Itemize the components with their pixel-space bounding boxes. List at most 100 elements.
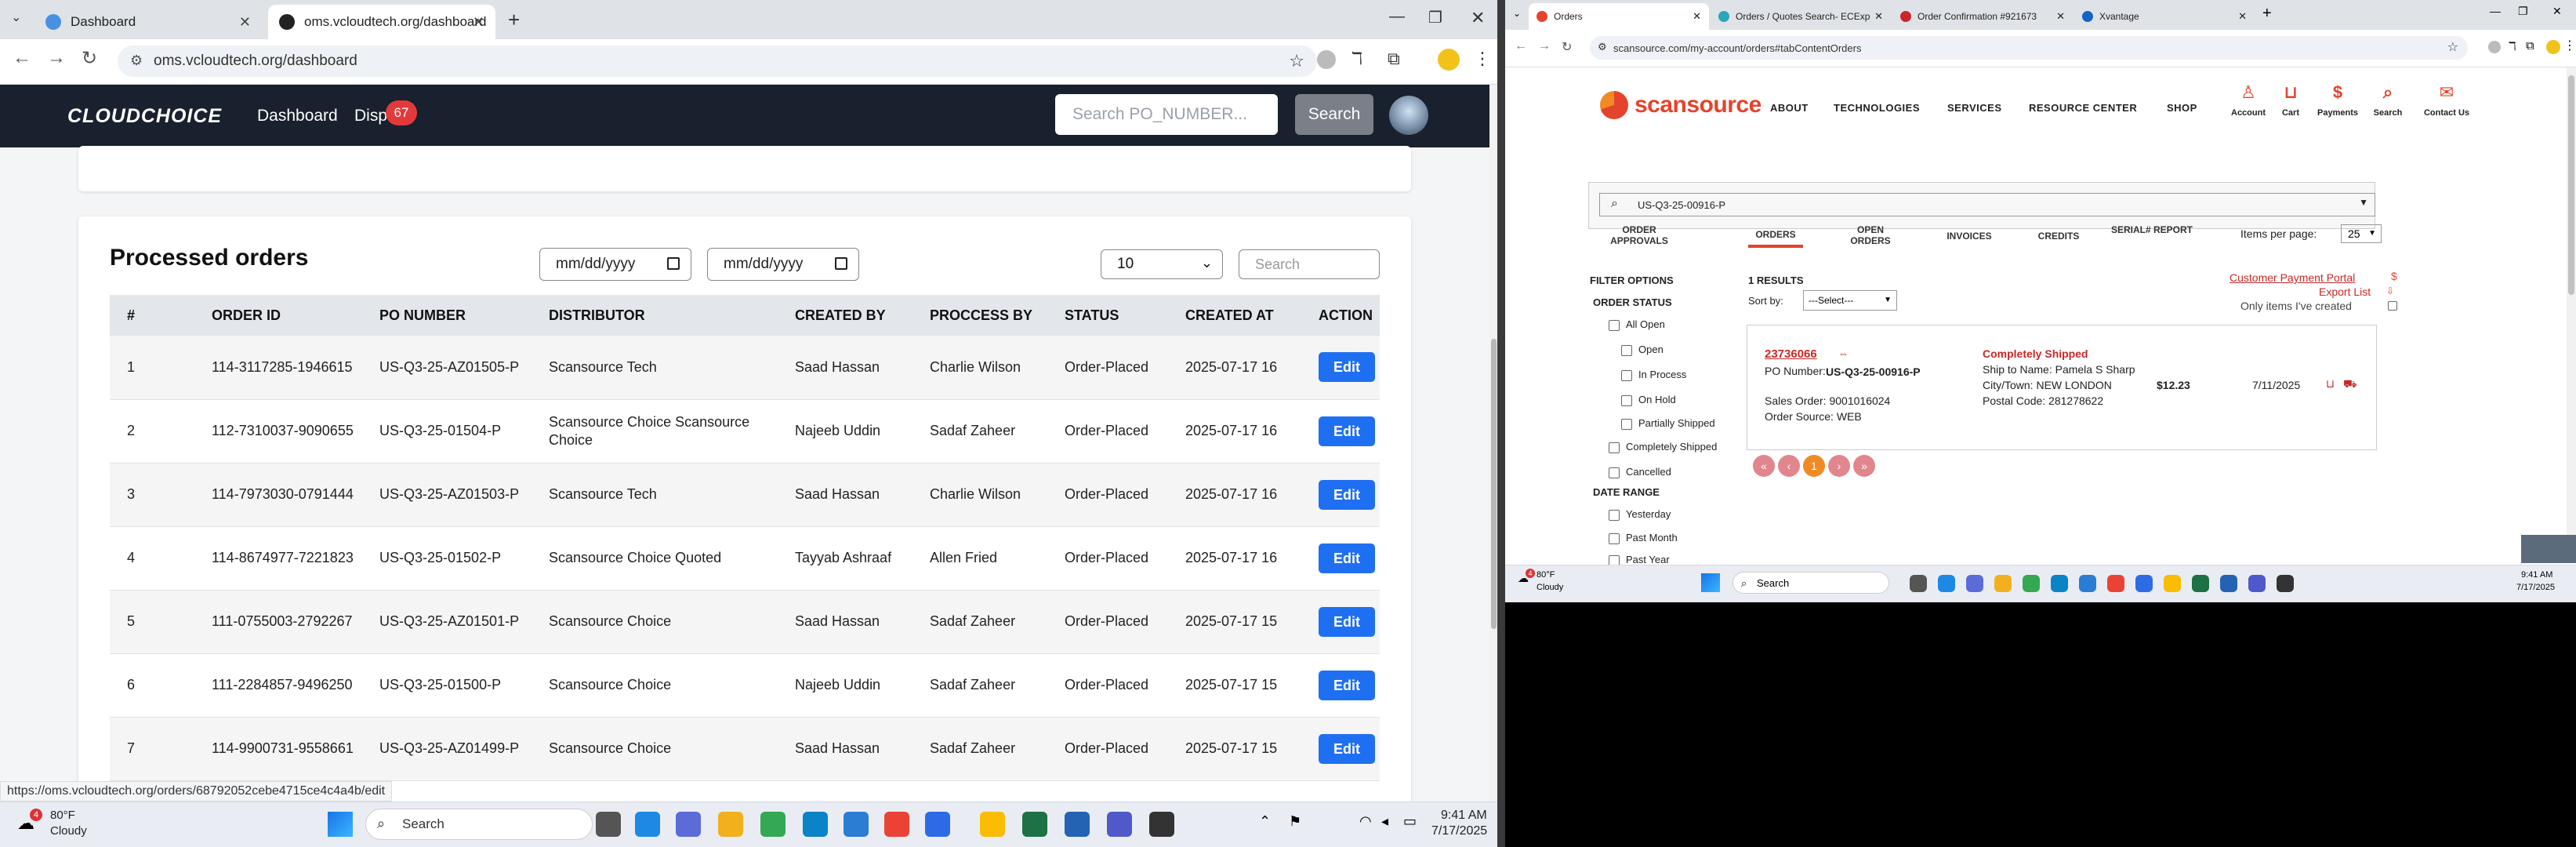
- bookmark-star-icon[interactable]: ☆: [1289, 51, 1304, 71]
- teams-icon[interactable]: [2248, 575, 2266, 592]
- profile-icon[interactable]: [2546, 40, 2560, 54]
- search-link[interactable]: ⌕ Search: [2364, 82, 2411, 118]
- app-icon[interactable]: [2277, 575, 2294, 592]
- order-number-link[interactable]: 23736066: [1765, 347, 1817, 361]
- close-window-icon[interactable]: ✕: [1471, 8, 1485, 28]
- tab-invoices[interactable]: INVOICES: [1938, 231, 2001, 242]
- cart-icon[interactable]: ⊔: [2326, 377, 2335, 391]
- checkbox-cancelled[interactable]: [1609, 467, 1620, 478]
- chevron-up-icon[interactable]: ⌃: [1259, 813, 1271, 830]
- calculator-icon[interactable]: [1966, 575, 1983, 592]
- forward-icon[interactable]: →: [47, 47, 66, 69]
- order-search-input[interactable]: ⌕ US-Q3-25-00916-P ▼: [1599, 193, 2375, 216]
- edit-button[interactable]: Edit: [1319, 479, 1375, 510]
- url-field[interactable]: ⚙ oms.vcloudtech.org/dashboard ☆: [118, 45, 1317, 77]
- site-info-icon[interactable]: ⚙: [130, 53, 143, 69]
- reload-icon[interactable]: ↻: [82, 47, 97, 70]
- nav-resource-center[interactable]: RESOURCE CENTER: [2029, 102, 2137, 114]
- task-view-icon[interactable]: [1910, 575, 1927, 592]
- clock-time[interactable]: 9:41 AM: [1441, 809, 1487, 823]
- chrome-icon[interactable]: [760, 812, 785, 837]
- calendar-icon[interactable]: [667, 257, 680, 270]
- nav-about[interactable]: ABOUT: [1770, 102, 1809, 114]
- browser-icon[interactable]: [803, 812, 828, 837]
- reader-icon[interactable]: ℸ: [1351, 49, 1362, 69]
- close-window-icon[interactable]: ✕: [2552, 5, 2562, 18]
- edit-button[interactable]: Edit: [1319, 543, 1375, 573]
- tab-dashboard[interactable]: Dashboard ✕: [34, 5, 262, 39]
- file-explorer-icon[interactable]: [1994, 575, 2012, 592]
- only-mine-checkbox[interactable]: [2388, 301, 2397, 311]
- avatar[interactable]: [1389, 96, 1428, 135]
- sort-select[interactable]: ---Select--- ▼: [1803, 290, 1897, 311]
- calculator-icon[interactable]: [676, 812, 701, 837]
- table-search-input[interactable]: Search: [1239, 249, 1380, 279]
- tray-icon[interactable]: ⚑: [1289, 813, 1301, 830]
- chat-widget-button[interactable]: [2521, 535, 2576, 563]
- tab-oms-dashboard[interactable]: oms.vcloudtech.org/dashboard ✕: [268, 5, 495, 39]
- close-icon[interactable]: ✕: [1693, 10, 1701, 23]
- url-field[interactable]: ⚙ scansource.com/my-account/orders#tabCo…: [1590, 36, 2468, 60]
- scrollbar-thumb[interactable]: [2568, 75, 2574, 295]
- customer-payment-portal-link[interactable]: Customer Payment Portal: [2230, 271, 2355, 284]
- minimize-icon[interactable]: —: [2490, 5, 2501, 17]
- restore-icon[interactable]: ❐: [1428, 8, 1442, 27]
- nav-shop[interactable]: SHOP: [2167, 102, 2197, 114]
- close-icon[interactable]: ✕: [2238, 10, 2247, 23]
- tab-order-approvals[interactable]: ORDER APPROVALS: [1596, 224, 1682, 246]
- checkbox-past-month[interactable]: [1609, 533, 1620, 544]
- volume-icon[interactable]: ◂: [1381, 813, 1388, 830]
- file-explorer-icon[interactable]: [718, 812, 743, 837]
- app-icon[interactable]: [2220, 575, 2237, 592]
- app-icon[interactable]: [844, 812, 869, 837]
- chrome-icon[interactable]: [980, 812, 1005, 837]
- prev-page-button[interactable]: ‹: [1778, 455, 1800, 477]
- reader-icon[interactable]: ℸ: [2509, 39, 2516, 53]
- checkbox-yesterday[interactable]: [1609, 510, 1620, 521]
- last-page-button[interactable]: »: [1853, 455, 1875, 477]
- close-icon[interactable]: ✕: [1874, 10, 1883, 23]
- new-tab-icon[interactable]: +: [508, 8, 520, 32]
- checkbox-in-process[interactable]: [1621, 370, 1632, 381]
- extensions-puzzle-icon[interactable]: ⧉: [2526, 39, 2534, 53]
- zoom-icon[interactable]: [925, 812, 950, 837]
- truck-icon[interactable]: ⛟: [2343, 377, 2357, 392]
- extension-icon[interactable]: [2488, 41, 2501, 53]
- windows-start-icon[interactable]: [328, 812, 353, 837]
- logo[interactable]: CLOUDCHOICE: [67, 105, 222, 128]
- contact-link[interactable]: ✉ Contact Us: [2419, 82, 2474, 118]
- excel-icon[interactable]: [2192, 575, 2209, 592]
- checkbox-open[interactable]: [1621, 345, 1632, 356]
- task-view-icon[interactable]: [596, 812, 621, 837]
- tab-list-chevron-icon[interactable]: ⌄: [1513, 8, 1521, 19]
- chrome-icon[interactable]: [2107, 575, 2124, 592]
- nav-technologies[interactable]: TECHNOLOGIES: [1834, 102, 1920, 114]
- cart-link[interactable]: ⊔ Cart: [2267, 82, 2314, 118]
- windows-start-icon[interactable]: [1701, 573, 1720, 592]
- close-icon[interactable]: ✕: [2056, 10, 2065, 23]
- edge-icon[interactable]: [635, 812, 660, 837]
- battery-icon[interactable]: ▭: [1403, 813, 1417, 830]
- first-page-button[interactable]: «: [1753, 455, 1775, 477]
- calendar-icon[interactable]: [835, 257, 847, 270]
- next-page-button[interactable]: ›: [1828, 455, 1850, 477]
- clock-date[interactable]: 7/17/2025: [1431, 824, 1487, 838]
- tab-xvantage[interactable]: Xvantage ✕: [2074, 3, 2255, 30]
- tab-ecexp[interactable]: Orders / Quotes Search- ECExp ✕: [1711, 3, 1891, 30]
- tab-orders[interactable]: Orders ✕: [1529, 3, 1709, 30]
- app-icon[interactable]: [2079, 575, 2096, 592]
- extensions-puzzle-icon[interactable]: ⧉: [1388, 49, 1400, 69]
- zoom-icon[interactable]: [2135, 575, 2153, 592]
- taskbar-search[interactable]: ⌕ Search: [1732, 572, 1889, 594]
- profile-icon[interactable]: [1438, 49, 1460, 71]
- tab-serial-report[interactable]: SERIAL# REPORT: [2109, 224, 2195, 235]
- scrollbar-thumb[interactable]: [1491, 339, 1497, 629]
- app-icon[interactable]: [1149, 812, 1174, 837]
- clock-date[interactable]: 7/17/2025: [2516, 583, 2555, 592]
- chrome-icon[interactable]: [884, 812, 909, 837]
- browser-icon[interactable]: [2051, 575, 2068, 592]
- app-icon[interactable]: [1065, 812, 1090, 837]
- payments-link[interactable]: $ Payments: [2314, 82, 2361, 118]
- date-to-input[interactable]: mm/dd/yyyy: [707, 248, 859, 281]
- po-search-input[interactable]: Search PO_NUMBER...: [1055, 94, 1278, 135]
